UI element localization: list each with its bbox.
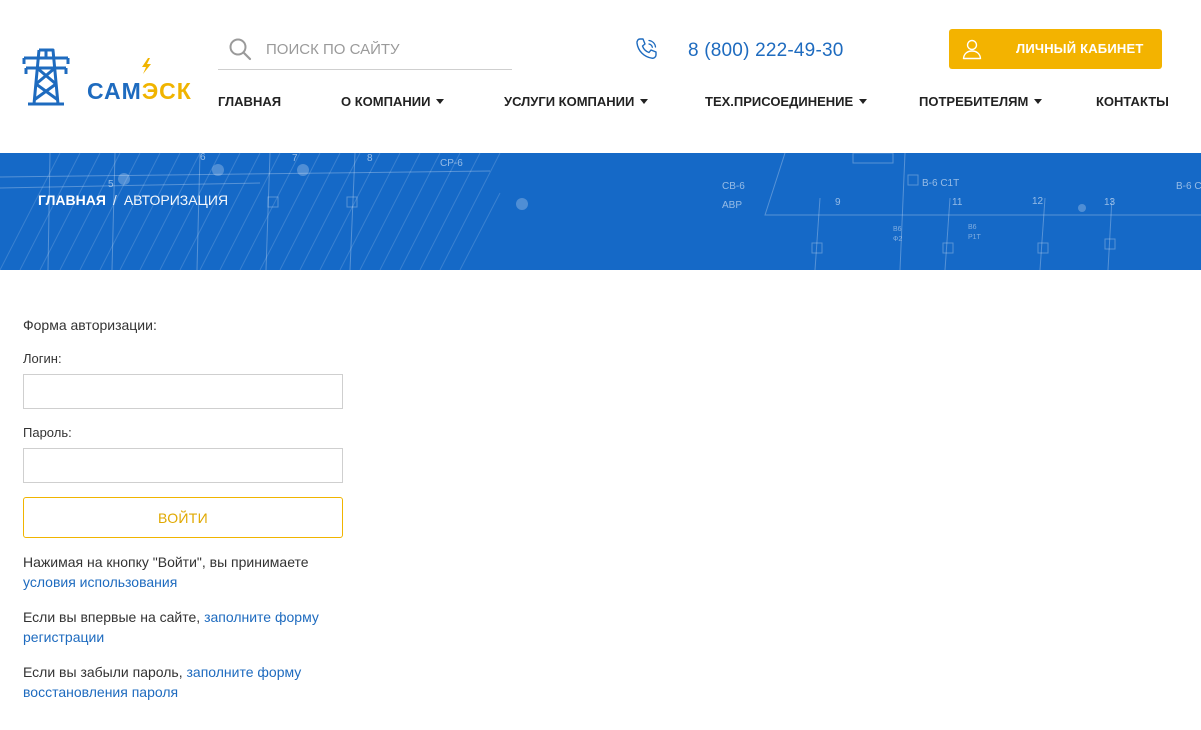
form-title: Форма авторизации: bbox=[23, 317, 157, 333]
nav-item-about[interactable]: О КОМПАНИИ bbox=[341, 94, 445, 109]
login-label: Логин: bbox=[23, 351, 62, 366]
lightning-bolt-icon bbox=[142, 58, 151, 74]
user-icon bbox=[962, 39, 982, 60]
page-banner: 6 7 8 5 СР-6 СВ-6 АВР 9 В-6 С1Т 11 12 13… bbox=[0, 153, 1201, 270]
personal-cabinet-button[interactable]: ЛИЧНЫЙ КАБИНЕТ bbox=[949, 29, 1162, 69]
nav-item-consumers[interactable]: ПОТРЕБИТЕЛЯМ bbox=[919, 94, 1043, 109]
logo-text: САМЭСК bbox=[87, 78, 192, 105]
caret-down-icon bbox=[1034, 99, 1043, 105]
diagram-label: 12 bbox=[1032, 196, 1044, 207]
password-field[interactable] bbox=[23, 448, 343, 483]
breadcrumb-current: АВТОРИЗАЦИЯ bbox=[123, 192, 229, 208]
phone-icon bbox=[636, 38, 657, 59]
breadcrumb: ГЛАВНАЯ / АВТОРИЗАЦИЯ bbox=[38, 192, 228, 208]
breadcrumb-home-link[interactable]: ГЛАВНАЯ bbox=[38, 192, 106, 208]
nav-item-label: ПОТРЕБИТЕЛЯМ bbox=[919, 94, 1029, 109]
diagram-label: 8 bbox=[367, 153, 373, 164]
search-input[interactable] bbox=[266, 36, 506, 62]
nav-item-label: О КОМПАНИИ bbox=[341, 94, 431, 109]
terms-text: Нажимая на кнопку "Войти", вы принимаете bbox=[23, 554, 309, 570]
nav-item-contacts[interactable]: КОНТАКТЫ bbox=[1096, 94, 1169, 109]
site-logo[interactable]: САМЭСК bbox=[20, 44, 195, 110]
caret-down-icon bbox=[640, 99, 649, 105]
electrical-diagram-background: 6 7 8 5 СР-6 СВ-6 АВР 9 В-6 С1Т 11 12 13… bbox=[0, 153, 1201, 270]
recover-note: Если вы забыли пароль, заполните форму в… bbox=[23, 662, 343, 702]
register-text: Если вы впервые на сайте, bbox=[23, 609, 205, 625]
password-label: Пароль: bbox=[23, 425, 72, 440]
nav-item-home[interactable]: ГЛАВНАЯ bbox=[218, 94, 281, 109]
diagram-label: 6 bbox=[200, 153, 206, 163]
diagram-label: 7 bbox=[292, 153, 298, 164]
breadcrumb-separator: / bbox=[112, 192, 117, 208]
power-tower-icon bbox=[22, 48, 70, 106]
nav-item-label: ГЛАВНАЯ bbox=[218, 94, 282, 109]
logo-text-part1: САМ bbox=[87, 78, 142, 104]
diagram-label: 11 bbox=[952, 197, 963, 208]
terms-link[interactable]: условия использования bbox=[23, 574, 177, 590]
diagram-label: 13 bbox=[1104, 197, 1116, 208]
caret-down-icon bbox=[436, 99, 445, 105]
nav-item-tech-connection[interactable]: ТЕХ.ПРИСОЕДИНЕНИЕ bbox=[705, 94, 868, 109]
nav-item-label: ТЕХ.ПРИСОЕДИНЕНИЕ bbox=[705, 94, 854, 109]
diagram-label: Ф2 bbox=[893, 236, 902, 243]
terms-note: Нажимая на кнопку "Войти", вы принимаете… bbox=[23, 552, 343, 592]
recover-text: Если вы забыли пароль, bbox=[23, 664, 187, 680]
personal-cabinet-label: ЛИЧНЫЙ КАБИНЕТ bbox=[1016, 41, 1144, 56]
login-button[interactable]: ВОЙТИ bbox=[23, 497, 343, 538]
diagram-label: СВ-6 bbox=[722, 181, 745, 192]
register-note: Если вы впервые на сайте, заполните форм… bbox=[23, 607, 343, 647]
caret-down-icon bbox=[859, 99, 868, 105]
search-bar bbox=[218, 30, 512, 70]
diagram-label: АВР bbox=[722, 200, 742, 211]
diagram-label: 9 bbox=[835, 197, 841, 208]
nav-item-label: КОНТАКТЫ bbox=[1096, 94, 1169, 109]
nav-item-label: УСЛУГИ КОМПАНИИ bbox=[504, 94, 635, 109]
diagram-label: В6 bbox=[968, 224, 977, 231]
search-icon[interactable] bbox=[228, 37, 252, 61]
diagram-label: В-6 С bbox=[1176, 181, 1201, 192]
logo-text-part2: ЭСК bbox=[141, 78, 192, 104]
diagram-label: В-6 С1Т bbox=[922, 178, 959, 189]
diagram-label: Р1Т bbox=[968, 234, 982, 241]
diagram-label: 5 bbox=[108, 179, 114, 190]
diagram-label: В6 bbox=[893, 226, 902, 233]
phone-number[interactable]: 8 (800) 222-49-30 bbox=[688, 40, 844, 62]
login-field[interactable] bbox=[23, 374, 343, 409]
nav-item-services[interactable]: УСЛУГИ КОМПАНИИ bbox=[504, 94, 649, 109]
main-nav: ГЛАВНАЯ О КОМПАНИИ УСЛУГИ КОМПАНИИ ТЕХ.П… bbox=[218, 94, 1169, 114]
diagram-label: СР-6 bbox=[440, 158, 463, 169]
